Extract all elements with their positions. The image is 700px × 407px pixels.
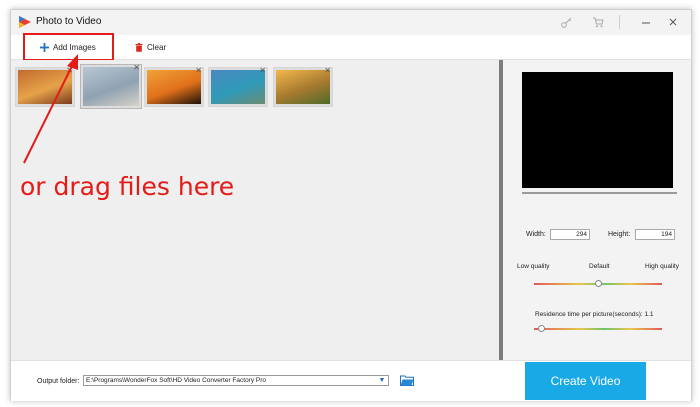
app-logo-icon xyxy=(19,16,31,28)
height-label: Height: xyxy=(608,231,631,238)
key-icon[interactable] xyxy=(555,12,577,32)
sunset-silhouette-photo xyxy=(147,70,201,104)
residence-slider-track xyxy=(534,328,662,330)
image-thumbnail[interactable]: ✕ xyxy=(208,67,268,107)
title-divider xyxy=(619,15,620,29)
height-input[interactable]: 194 xyxy=(635,229,675,240)
image-thumbnail[interactable]: ✕ xyxy=(144,67,204,107)
output-folder-label: Output folder: xyxy=(37,378,80,385)
minimize-icon[interactable] xyxy=(635,12,657,32)
image-drop-area[interactable]: ✕ ✕ ✕ ✕ ✕ xyxy=(11,60,499,360)
trash-icon xyxy=(135,42,143,52)
window-title: Photo to Video xyxy=(36,16,102,27)
add-images-highlight xyxy=(23,33,114,61)
width-input[interactable]: 294 xyxy=(550,229,590,240)
preview-divider xyxy=(522,192,677,194)
person-sitting-mountain-photo xyxy=(83,67,139,106)
sunrise-valley-photo xyxy=(276,70,330,104)
remove-icon[interactable]: ✕ xyxy=(133,64,140,72)
output-folder-select[interactable]: E:\Programs\WonderFox Soft\HD Video Conv… xyxy=(83,375,389,386)
default-quality-label: Default xyxy=(589,263,610,270)
output-bar: Output folder: E:\Programs\WonderFox Sof… xyxy=(11,360,691,401)
clear-button[interactable]: Clear xyxy=(135,39,166,55)
image-thumbnail[interactable]: ✕ xyxy=(80,64,142,109)
image-thumbnail[interactable]: ✕ xyxy=(15,67,75,107)
drag-hint-text: or drag files here xyxy=(20,172,235,201)
create-video-button[interactable]: Create Video xyxy=(525,362,646,400)
video-preview xyxy=(522,72,673,188)
cart-icon[interactable] xyxy=(587,12,609,32)
residence-time-label: Residence time per picture(seconds): 1.1 xyxy=(535,311,654,318)
quality-slider-thumb[interactable] xyxy=(594,280,602,287)
chevron-down-icon[interactable]: ▼ xyxy=(377,376,387,385)
image-thumbnail[interactable]: ✕ xyxy=(273,67,333,107)
folder-icon[interactable] xyxy=(400,374,414,386)
high-quality-label: High quality xyxy=(645,263,679,270)
clear-label: Clear xyxy=(147,42,167,52)
output-folder-path: E:\Programs\WonderFox Soft\HD Video Conv… xyxy=(86,377,267,384)
remove-icon[interactable]: ✕ xyxy=(195,67,202,75)
residence-slider-thumb[interactable] xyxy=(538,325,546,332)
low-quality-label: Low quality xyxy=(517,263,550,270)
autumn-road-photo xyxy=(18,70,72,104)
remove-icon[interactable]: ✕ xyxy=(66,67,73,75)
close-icon[interactable] xyxy=(662,12,684,32)
remove-icon[interactable]: ✕ xyxy=(324,67,331,75)
preview-panel: Width: 294 Height: 194 Low quality Defau… xyxy=(503,60,691,360)
remove-icon[interactable]: ✕ xyxy=(259,67,266,75)
width-label: Width: xyxy=(526,231,546,238)
mountain-lake-photo xyxy=(211,70,265,104)
photo-to-video-window: Photo to Video Add Images Clear ✕ ✕ ✕ ✕ xyxy=(10,9,692,401)
title-bar: Photo to Video xyxy=(11,10,691,35)
